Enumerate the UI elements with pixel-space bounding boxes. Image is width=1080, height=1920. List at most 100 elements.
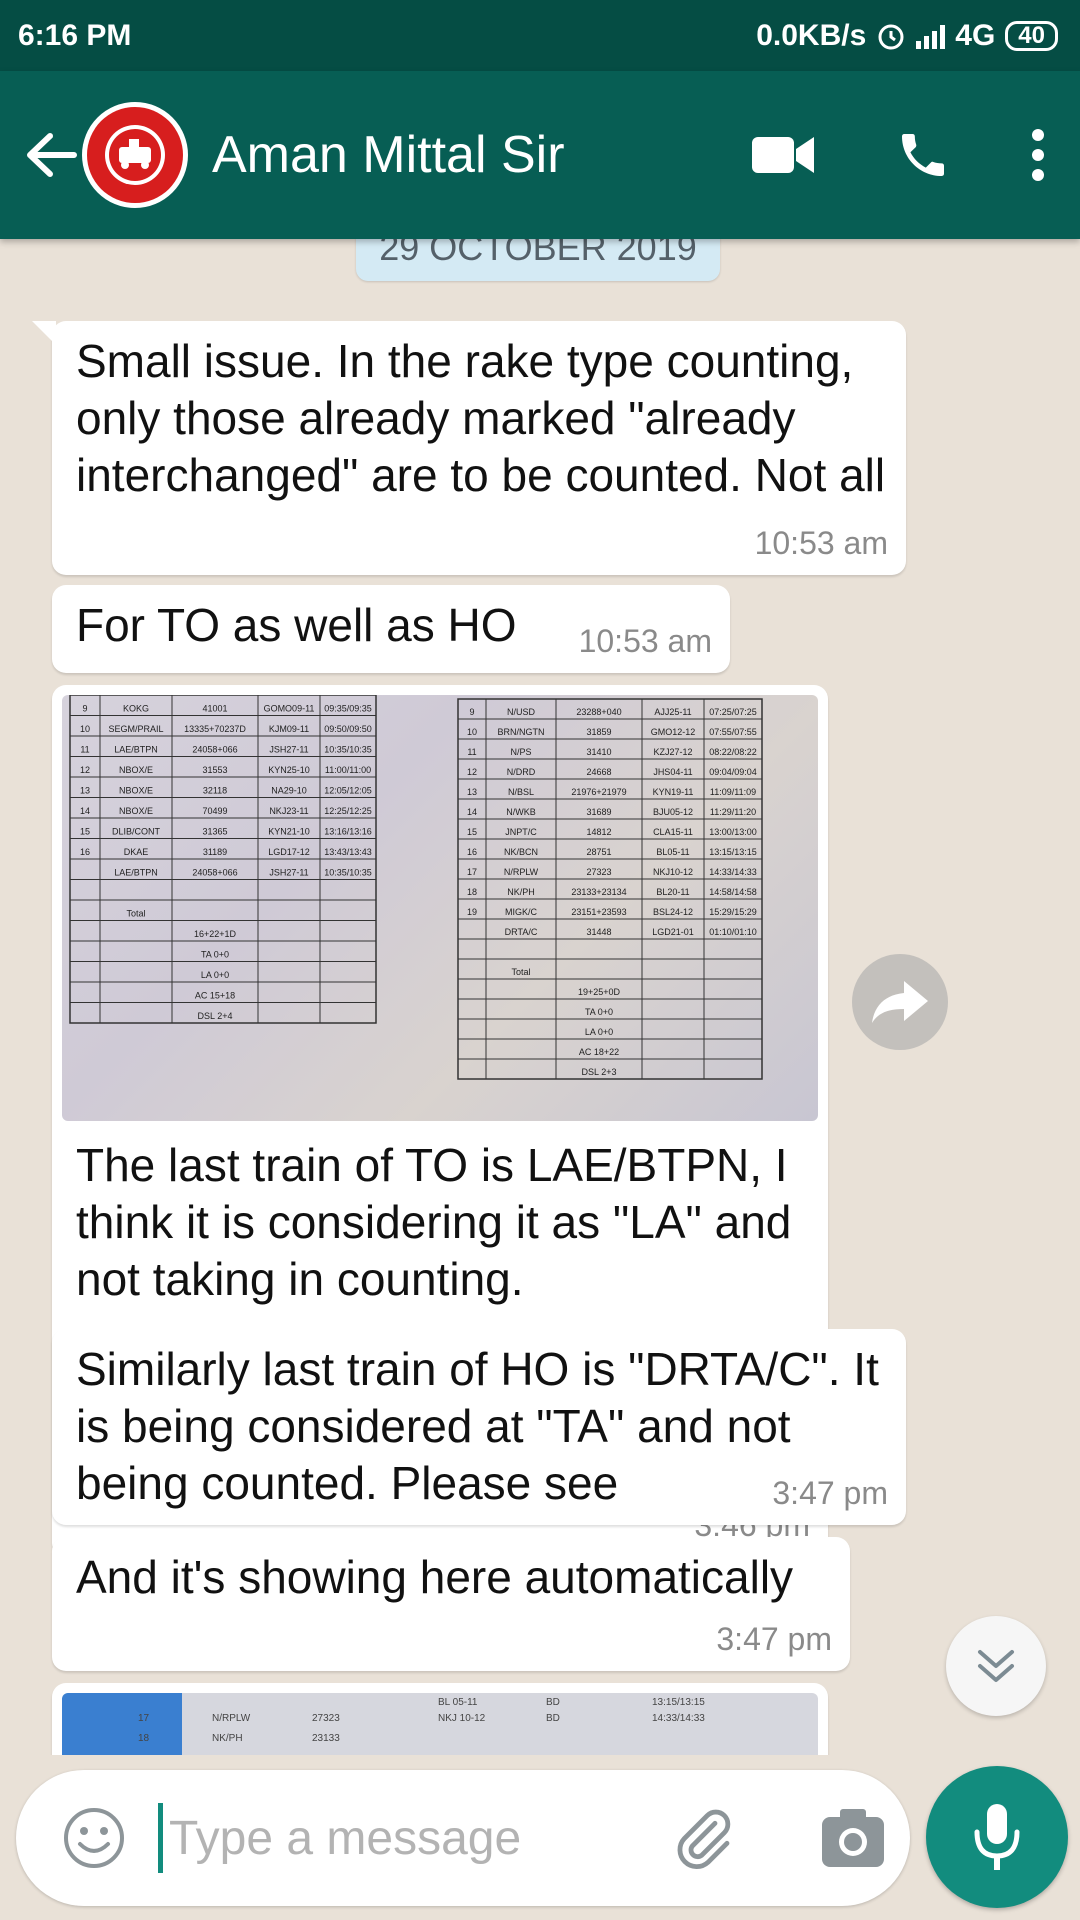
- photo-cell: BD: [546, 1713, 560, 1724]
- table-cell: 12:25/12:25: [324, 806, 372, 816]
- alarm-icon: [878, 24, 904, 49]
- voice-call-button[interactable]: [878, 105, 968, 205]
- table-cell: 11:09/11:09: [710, 787, 756, 797]
- table-cell: NA29-10: [271, 786, 307, 796]
- message-bubble[interactable]: And it's showing here automatically 3:47…: [52, 1537, 850, 1671]
- table-cell: N/WKB: [506, 807, 536, 817]
- table-cell: 31448: [586, 927, 611, 937]
- table-cell: 11: [467, 747, 476, 757]
- camera-button[interactable]: [808, 1793, 898, 1883]
- table-cell: NBOX/E: [119, 806, 153, 816]
- scroll-to-bottom-button[interactable]: [946, 1616, 1046, 1716]
- photo-attachment[interactable]: BL 05-11 BD 13:15/13:15 17 N/RPLW 27323 NKJ 10…: [62, 1693, 818, 1755]
- photo-table-drawing: BL 05-11 BD 13:15/13:15 17 N/RPLW 27323 NKJ 10…: [138, 1697, 705, 1744]
- table-cell: 15:29/15:29: [709, 907, 757, 917]
- photo-cell: 18: [138, 1733, 150, 1744]
- table-cell: 24058+066: [192, 868, 237, 878]
- table-cell: 07:25/07:25: [709, 707, 757, 717]
- table-cell: 09:04/09:04: [709, 767, 757, 777]
- photo-cell: 13:15/13:15: [652, 1697, 705, 1708]
- microphone-icon: [974, 1804, 1020, 1870]
- status-bar: 6:16 PM 0.0KB/s 4G 40: [0, 0, 1080, 71]
- table-cell: AJJ25-11: [654, 707, 691, 717]
- table-cell: BL20-11: [656, 887, 689, 897]
- table-cell: 10:35/10:35: [324, 868, 372, 878]
- attach-button[interactable]: [658, 1793, 748, 1883]
- table-cell: 14:33/14:33: [709, 867, 757, 877]
- status-time: 6:16 PM: [18, 18, 132, 52]
- table-cell: 14812: [586, 827, 611, 837]
- table-cell: 15: [467, 827, 477, 837]
- table-cell: 19: [467, 907, 477, 917]
- table-summary-cell: DSL 2+4: [198, 1011, 233, 1021]
- double-chevron-down-icon: [978, 1650, 1014, 1682]
- table-cell: N/BSL: [508, 787, 534, 797]
- table-cell: 31410: [586, 747, 611, 757]
- table-cell: 07:55/07:55: [709, 727, 757, 737]
- table-cell: NKJ23-11: [269, 806, 308, 816]
- emoji-button[interactable]: [44, 1788, 144, 1888]
- table-cell: 14: [467, 807, 477, 817]
- table-cell: 27323: [586, 867, 611, 877]
- table-cell: KOKG: [123, 704, 149, 714]
- table-summary-cell: LA 0+0: [585, 1027, 613, 1037]
- table-cell: 09:35/09:35: [324, 704, 372, 714]
- table-cell: KYN25-10: [268, 765, 310, 775]
- table-cell: KYN21-10: [268, 827, 310, 837]
- image-message-bubble[interactable]: BL 05-11 BD 13:15/13:15 17 N/RPLW 27323 NKJ 10…: [52, 1683, 828, 1755]
- photo-attachment[interactable]: 9 KOKG 41001 GOMO09-11 09:35/09:35 10 SEGM/PRA…: [62, 695, 818, 1121]
- table-cell: LAE/BTPN: [114, 745, 158, 755]
- photo-cell: BD: [546, 1697, 560, 1708]
- avatar[interactable]: [82, 102, 188, 208]
- table-cell: 11:00/11:00: [325, 765, 371, 775]
- table-cell: KZJ27-12: [653, 747, 692, 757]
- table-cell: 9: [82, 704, 87, 714]
- table-cell: 28751: [586, 847, 611, 857]
- table-cell: NK/BCN: [504, 847, 538, 857]
- table-cell: 09:50/09:50: [324, 724, 372, 734]
- table-cell: KJM09-11: [269, 724, 309, 734]
- voice-message-button[interactable]: [926, 1766, 1068, 1908]
- message-time: 10:53 am: [578, 623, 712, 659]
- contact-name[interactable]: Aman Mittal Sir: [212, 125, 738, 185]
- table-cell: 13:43/13:43: [324, 847, 372, 857]
- table-summary-cell: Total: [511, 967, 530, 977]
- photo-cell: N/RPLW: [212, 1713, 251, 1724]
- indian-railways-logo: [87, 107, 183, 203]
- message-time: 3:47 pm: [716, 1621, 832, 1657]
- table-cell: 31553: [202, 765, 227, 775]
- table-cell: 15: [80, 827, 90, 837]
- bubble-tail: [32, 321, 56, 345]
- table-summary-cell: AC 15+18: [195, 991, 235, 1001]
- table-cell: 13:00/13:00: [709, 827, 757, 837]
- more-options-button[interactable]: [1008, 105, 1068, 205]
- forward-button[interactable]: [852, 954, 948, 1050]
- message-bubble[interactable]: Small issue. In the rake type counting, …: [32, 321, 906, 575]
- message-bubble[interactable]: Similarly last train of HO is "DRTA/C". …: [52, 1329, 906, 1525]
- status-indicators: 0.0KB/s 4G 40: [756, 19, 1058, 53]
- table-cell: 12:05/12:05: [324, 786, 372, 796]
- table-cell: 24668: [586, 767, 611, 777]
- table-cell: 14:58/14:58: [709, 887, 757, 897]
- table-cell: 31859: [586, 727, 611, 737]
- chat-area[interactable]: 29 OCTOBER 2019 Small issue. In the rake…: [0, 239, 1080, 1755]
- table-cell: 14: [80, 806, 90, 816]
- table-cell: JSH27-11: [269, 745, 308, 755]
- table-cell: KYN19-11: [653, 787, 694, 797]
- table-summary-cell: 16+22+1D: [194, 929, 237, 939]
- image-caption: The last train of TO is LAE/BTPN, I thin…: [76, 1139, 792, 1305]
- battery-level: 40: [1018, 21, 1045, 49]
- chat-header: Aman Mittal Sir: [0, 71, 1080, 239]
- date-chip: 29 OCTOBER 2019: [356, 239, 720, 281]
- table-summary-cell: LA 0+0: [201, 970, 229, 980]
- table-cell: 23133+23134: [571, 887, 626, 897]
- table-cell: NK/PH: [507, 887, 535, 897]
- message-input[interactable]: [158, 1803, 658, 1873]
- table-cell: MIGK/C: [505, 907, 538, 917]
- table-cell: 01:10/01:10: [709, 927, 757, 937]
- message-bubble[interactable]: For TO as well as HO 10:53 am: [52, 585, 730, 673]
- video-call-button[interactable]: [738, 105, 828, 205]
- table-cell: BRN/NGTN: [498, 727, 545, 737]
- table-cell: 70499: [202, 806, 227, 816]
- table-cell: N/RPLW: [504, 867, 539, 877]
